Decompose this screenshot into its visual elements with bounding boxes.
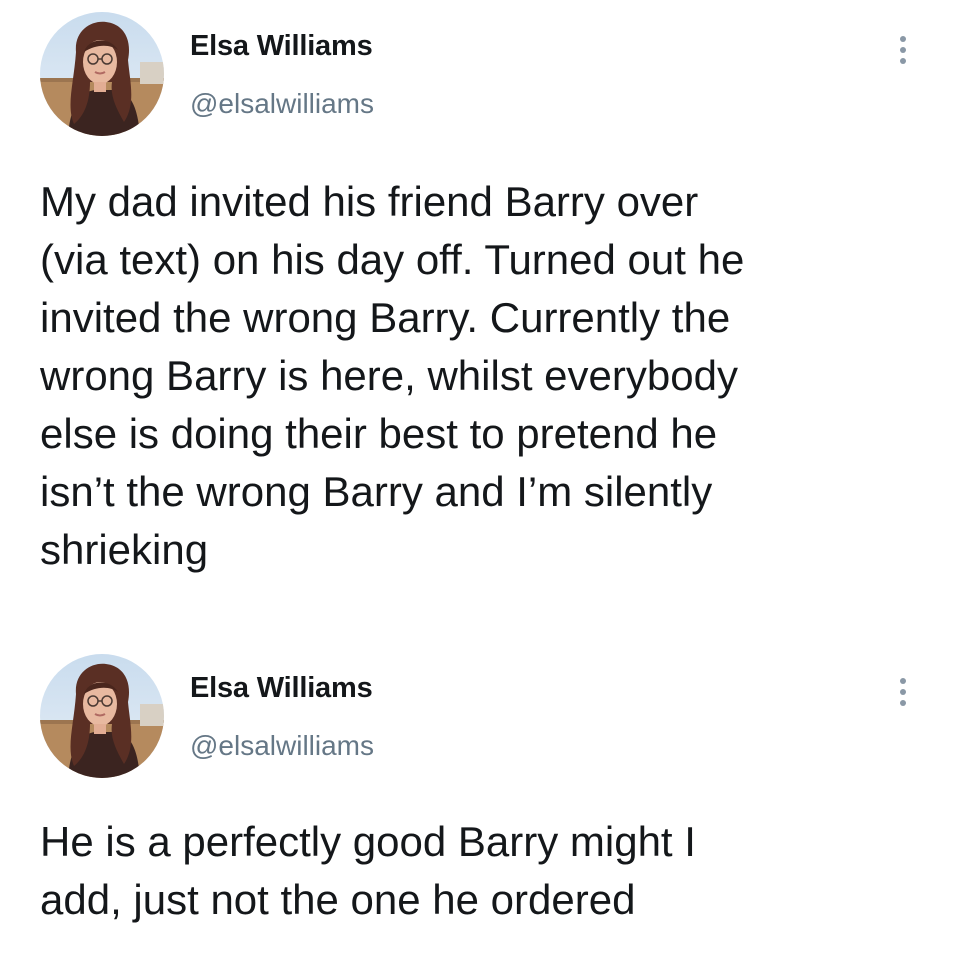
display-name[interactable]: Elsa Williams xyxy=(190,30,373,63)
tweet-text: My dad invited his friend Barry over (vi… xyxy=(40,178,745,573)
username-handle[interactable]: @elsalwilliams xyxy=(190,730,374,762)
display-name[interactable]: Elsa Williams xyxy=(190,672,373,705)
more-options-button[interactable] xyxy=(888,27,918,73)
username-handle[interactable]: @elsalwilliams xyxy=(190,88,374,120)
profile-photo-avatar xyxy=(40,12,164,136)
profile-photo-avatar xyxy=(40,654,164,778)
avatar[interactable] xyxy=(40,12,164,136)
tweet-text: He is a perfectly good Barry might I add… xyxy=(40,818,696,923)
more-vertical-icon xyxy=(900,689,906,695)
more-vertical-icon xyxy=(900,678,906,684)
avatar[interactable] xyxy=(40,654,164,778)
more-options-button[interactable] xyxy=(888,669,918,715)
more-vertical-icon xyxy=(900,47,906,53)
more-vertical-icon xyxy=(900,700,906,706)
more-vertical-icon xyxy=(900,58,906,64)
more-vertical-icon xyxy=(900,36,906,42)
